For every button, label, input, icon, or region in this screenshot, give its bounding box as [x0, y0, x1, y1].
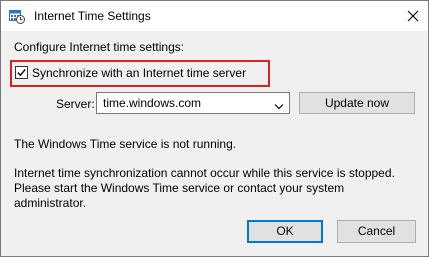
sync-checkbox[interactable]: [15, 66, 28, 79]
service-message-line: Please start the Windows Time service or…: [14, 181, 345, 195]
service-status-text: The Windows Time service is not running.: [14, 137, 237, 151]
service-message-line: administrator.: [14, 196, 87, 210]
service-message-line: Internet time synchronization cannot occ…: [14, 166, 395, 180]
cancel-button[interactable]: Cancel: [337, 220, 416, 243]
ok-button[interactable]: OK: [247, 220, 323, 243]
server-value[interactable]: time.windows.com: [103, 96, 201, 110]
service-message: Internet time synchronization cannot occ…: [14, 166, 414, 211]
internet-time-settings-dialog: Internet Time Settings Configure Interne…: [0, 0, 429, 257]
server-label: Server:: [56, 97, 95, 111]
window-title: Internet Time Settings: [34, 9, 151, 23]
clock-calendar-icon: [9, 8, 25, 24]
title-bar[interactable]: Internet Time Settings: [1, 1, 428, 31]
dialog-content: Configure Internet time settings: Synchr…: [1, 31, 428, 256]
update-now-button[interactable]: Update now: [299, 92, 415, 114]
cancel-label: Cancel: [357, 224, 396, 238]
settings-heading: Configure Internet time settings:: [14, 40, 185, 54]
server-combobox[interactable]: time.windows.com: [96, 92, 290, 114]
chevron-down-icon[interactable]: [274, 99, 284, 113]
checkmark-icon: [17, 68, 26, 77]
update-now-label: Update now: [324, 96, 390, 110]
sync-checkbox-label[interactable]: Synchronize with an Internet time server: [32, 66, 246, 80]
close-button[interactable]: [398, 1, 428, 31]
ok-label: OK: [276, 224, 294, 238]
close-icon: [407, 10, 419, 22]
